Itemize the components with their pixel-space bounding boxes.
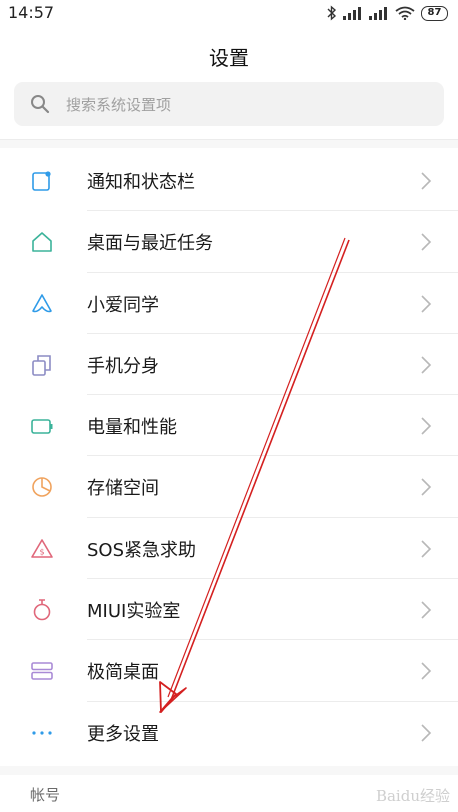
setting-more-settings[interactable]: 更多设置	[0, 702, 458, 763]
section-divider	[0, 766, 458, 775]
chevron-right-icon	[421, 478, 432, 497]
chevron-right-icon	[421, 540, 432, 558]
setting-second-space[interactable]: 手机分身	[0, 334, 458, 396]
setting-label: MIUI实验室	[87, 601, 181, 623]
setting-label: 通知和状态栏	[87, 172, 195, 193]
signal-icon	[343, 7, 361, 20]
home-icon	[32, 232, 52, 253]
chevron-right-icon	[421, 417, 432, 435]
lab-icon	[33, 599, 51, 621]
storage-icon	[32, 477, 52, 498]
minimal-desktop-icon	[31, 662, 53, 681]
status-icons: 87	[327, 5, 448, 21]
search-input[interactable]: 搜索系统设置项	[14, 82, 444, 126]
chevron-right-icon	[421, 662, 432, 680]
battery-icon	[31, 419, 53, 434]
setting-label: 手机分身	[87, 355, 159, 377]
setting-label: 电量和性能	[87, 417, 177, 439]
status-time: 14:57	[8, 3, 55, 22]
setting-xiaoai[interactable]: 小爱同学	[0, 273, 458, 334]
search-icon	[31, 95, 50, 114]
xiaoai-icon	[32, 293, 52, 312]
setting-desktop-recent-tasks[interactable]: 桌面与最近任务	[0, 211, 458, 273]
setting-miui-lab[interactable]: MIUI实验室	[0, 579, 458, 641]
section-divider	[0, 139, 458, 148]
setting-label: 极简桌面	[87, 662, 159, 684]
page-title: 设置	[209, 46, 249, 70]
bluetooth-icon	[327, 5, 337, 21]
section-header-account: 帐号	[30, 786, 61, 804]
search-placeholder: 搜索系统设置项	[66, 96, 172, 114]
watermark: Baidu经验	[375, 787, 450, 805]
setting-label: 小爱同学	[87, 294, 159, 316]
svg-text:$: $	[39, 547, 44, 556]
chevron-right-icon	[421, 295, 432, 313]
setting-sos[interactable]: $ SOS紧急求助	[0, 518, 458, 580]
setting-storage[interactable]: 存储空间	[0, 456, 458, 518]
sos-icon: $	[31, 538, 53, 558]
settings-list: 通知和状态栏 桌面与最近任务 小爱同学 手机分身 电量和性能 存储空间 $ SO…	[0, 150, 458, 763]
battery-indicator: 87	[421, 5, 448, 21]
wifi-icon	[395, 6, 415, 20]
clone-icon	[32, 355, 51, 376]
notification-icon	[32, 171, 51, 191]
setting-minimal-desktop[interactable]: 极简桌面	[0, 640, 458, 702]
setting-label: 桌面与最近任务	[87, 233, 213, 255]
status-bar: 14:57 87	[0, 0, 458, 28]
more-icon	[32, 731, 52, 735]
chevron-right-icon	[421, 601, 432, 619]
setting-notifications[interactable]: 通知和状态栏	[0, 150, 458, 212]
setting-battery-performance[interactable]: 电量和性能	[0, 395, 458, 457]
chevron-right-icon	[421, 172, 432, 190]
setting-label: 存储空间	[87, 478, 159, 500]
chevron-right-icon	[421, 356, 432, 374]
signal-icon-2	[369, 7, 387, 20]
setting-label: SOS紧急求助	[87, 539, 197, 561]
chevron-right-icon	[421, 724, 432, 742]
chevron-right-icon	[421, 233, 432, 251]
setting-label: 更多设置	[87, 723, 159, 745]
